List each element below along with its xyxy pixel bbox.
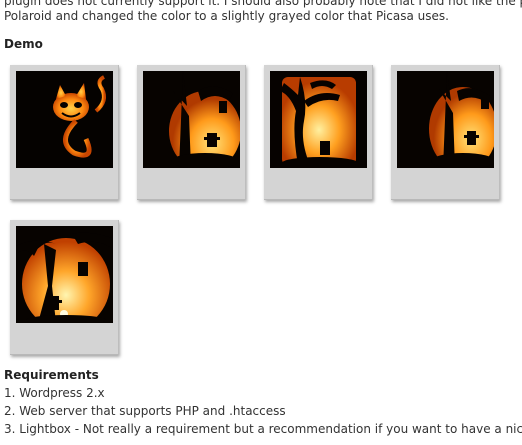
pumpkin-photo-tree-candle: [16, 226, 113, 323]
pumpkin-photo-tree-tombstone: [270, 71, 367, 168]
requirements-heading: Requirements: [4, 368, 99, 382]
polaroid-thumbnail-4[interactable]: [391, 65, 500, 200]
requirement-item-3: 3. Lightbox - Not really a requirement b…: [4, 422, 522, 436]
pumpkin-photo-cat: [16, 71, 113, 168]
polaroid-thumbnail-2[interactable]: [137, 65, 246, 200]
polaroid-thumbnail-1[interactable]: [10, 65, 119, 200]
requirement-item-2: 2. Web server that supports PHP and .hta…: [4, 404, 286, 418]
pumpkin-photo-tree-owl: [397, 71, 494, 168]
demo-heading: Demo: [4, 37, 43, 51]
polaroid-thumbnail-3[interactable]: [264, 65, 373, 200]
pumpkin-photo-tree-grave: [143, 71, 240, 168]
requirement-item-1: 1. Wordpress 2.x: [4, 386, 105, 400]
polaroid-thumbnail-5[interactable]: [10, 220, 119, 355]
intro-line-2: Polaroid and changed the color to a slig…: [4, 9, 449, 23]
